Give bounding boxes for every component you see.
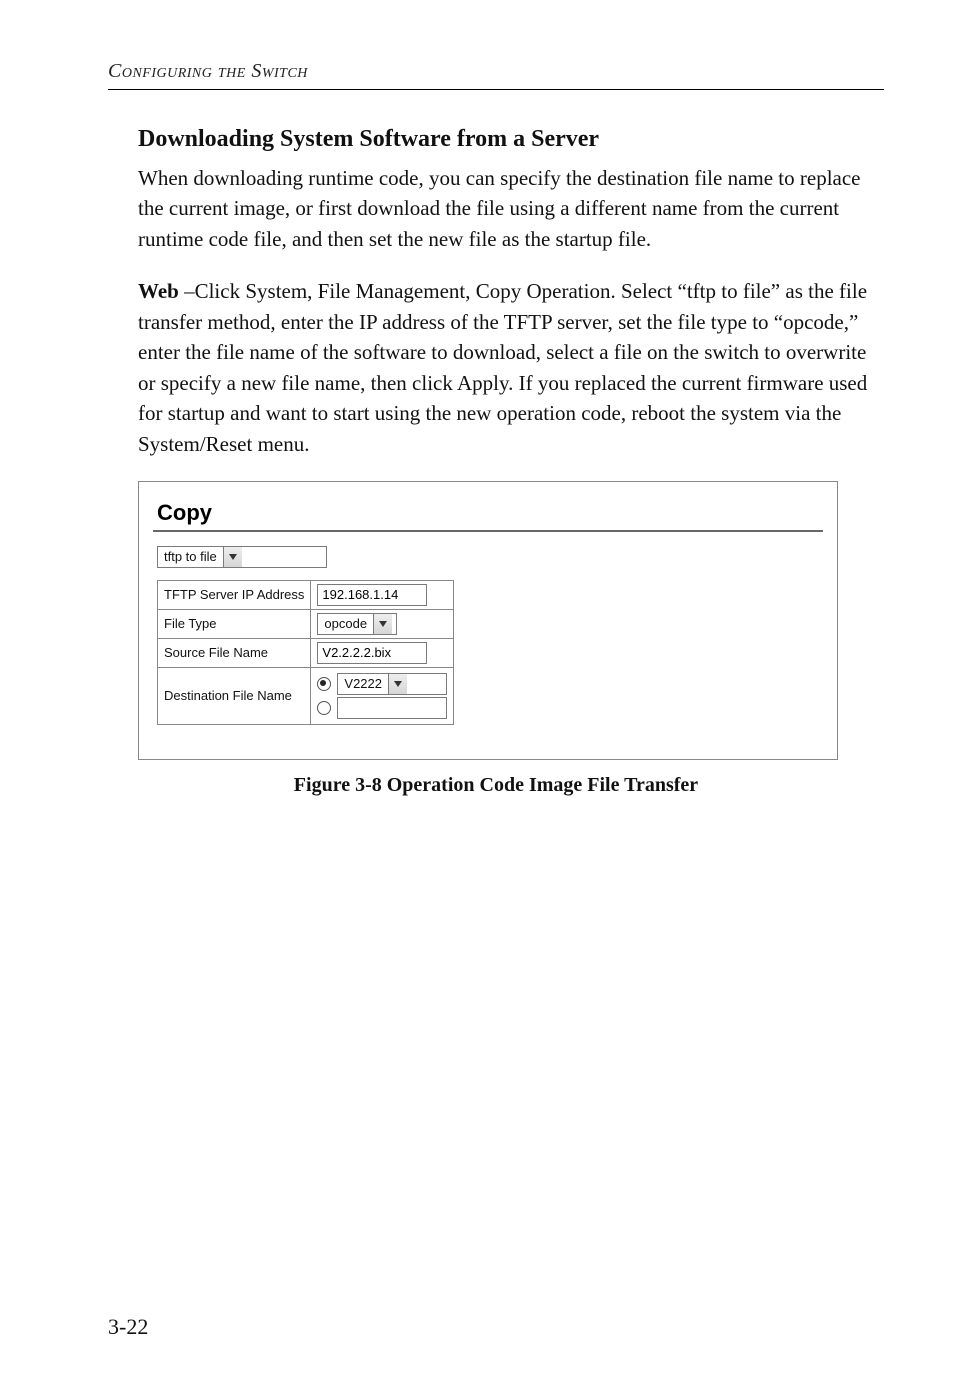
config-table: TFTP Server IP Address File Type opcode xyxy=(157,580,454,725)
filetype-label: File Type xyxy=(158,609,311,638)
destname-label: Destination File Name xyxy=(158,667,311,724)
paragraph-1: When downloading runtime code, you can s… xyxy=(138,163,884,254)
tftp-ip-input[interactable] xyxy=(317,584,427,606)
source-file-input[interactable] xyxy=(317,642,427,664)
paragraph-2: Web –Click System, File Management, Copy… xyxy=(138,276,884,459)
table-row: File Type opcode xyxy=(158,609,454,638)
dest-radio-existing[interactable] xyxy=(317,677,331,691)
tftp-label: TFTP Server IP Address xyxy=(158,580,311,609)
chevron-down-icon[interactable] xyxy=(223,547,242,567)
panel-hr xyxy=(153,530,823,532)
copy-panel: Copy tftp to file TFTP Server IP Address… xyxy=(138,481,838,760)
table-row: Source File Name xyxy=(158,638,454,667)
dest-file-select[interactable]: V2222 xyxy=(337,673,447,695)
filetype-value: opcode xyxy=(318,616,373,631)
srcname-label: Source File Name xyxy=(158,638,311,667)
p2-rest: –Click System, File Management, Copy Ope… xyxy=(138,279,867,455)
table-row: Destination File Name V2222 xyxy=(158,667,454,724)
chevron-down-icon[interactable] xyxy=(373,614,392,634)
chevron-down-icon[interactable] xyxy=(388,674,407,694)
running-head: Configuring the Switch xyxy=(108,60,884,90)
section-heading: Downloading System Software from a Serve… xyxy=(138,126,884,153)
filetype-select[interactable]: opcode xyxy=(317,613,397,635)
page-number: 3-22 xyxy=(108,1314,148,1340)
dest-file-select-value: V2222 xyxy=(338,670,388,698)
p2-lead: Web xyxy=(138,279,179,303)
transfer-method-value: tftp to file xyxy=(158,549,223,564)
panel-title: Copy xyxy=(157,500,823,526)
transfer-method-select[interactable]: tftp to file xyxy=(157,546,327,568)
dest-file-input[interactable] xyxy=(337,697,447,719)
dest-radio-new[interactable] xyxy=(317,701,331,715)
figure-caption: Figure 3-8 Operation Code Image File Tra… xyxy=(108,774,884,797)
table-row: TFTP Server IP Address xyxy=(158,580,454,609)
